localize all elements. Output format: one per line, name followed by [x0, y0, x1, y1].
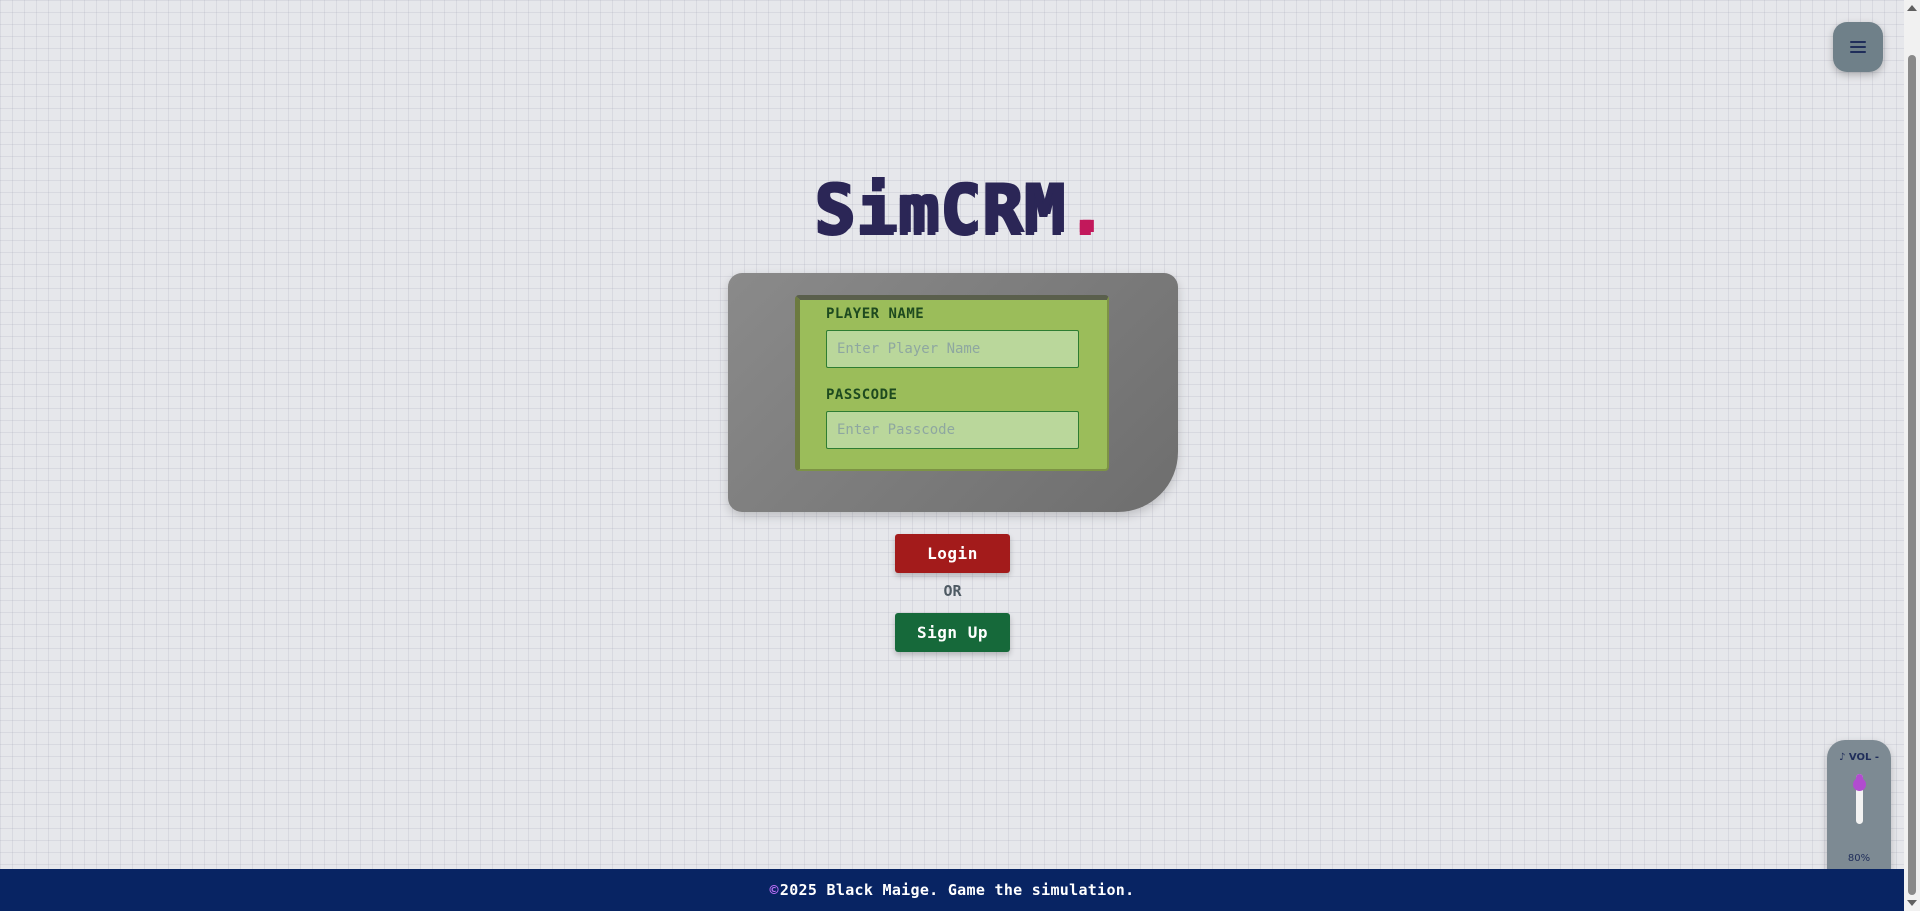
signup-button[interactable]: Sign Up — [895, 613, 1010, 652]
app-logo: SimCRM. — [0, 170, 1920, 250]
menu-button[interactable] — [1833, 22, 1883, 72]
logo-text: SimCRM — [813, 170, 1065, 249]
volume-slider-handle[interactable] — [1853, 778, 1866, 791]
scroll-down-arrow-icon[interactable] — [1907, 900, 1917, 906]
volume-label: ♪ VOL - — [1839, 752, 1879, 763]
player-name-input[interactable] — [826, 330, 1079, 368]
login-button[interactable]: Login — [895, 534, 1010, 573]
footer-text: 2025 Black Maige. Game the simulation. — [779, 881, 1135, 899]
scroll-up-arrow-icon[interactable] — [1907, 5, 1917, 11]
logo-dot: . — [1064, 170, 1107, 249]
scrollbar-thumb[interactable] — [1908, 55, 1916, 895]
page-scrollbar[interactable] — [1904, 0, 1920, 911]
hamburger-menu-icon — [1850, 41, 1866, 53]
footer: © 2025 Black Maige. Game the simulation. — [0, 869, 1904, 911]
passcode-label: PASSCODE — [826, 387, 898, 403]
login-console: PLAYER NAME PASSCODE — [728, 273, 1178, 512]
login-screen: PLAYER NAME PASSCODE — [795, 295, 1109, 471]
player-name-label: PLAYER NAME — [826, 306, 925, 322]
or-divider: OR — [943, 582, 962, 600]
passcode-input[interactable] — [826, 411, 1079, 449]
copyright-icon: © — [769, 881, 779, 899]
volume-percent: 80% — [1847, 853, 1871, 864]
